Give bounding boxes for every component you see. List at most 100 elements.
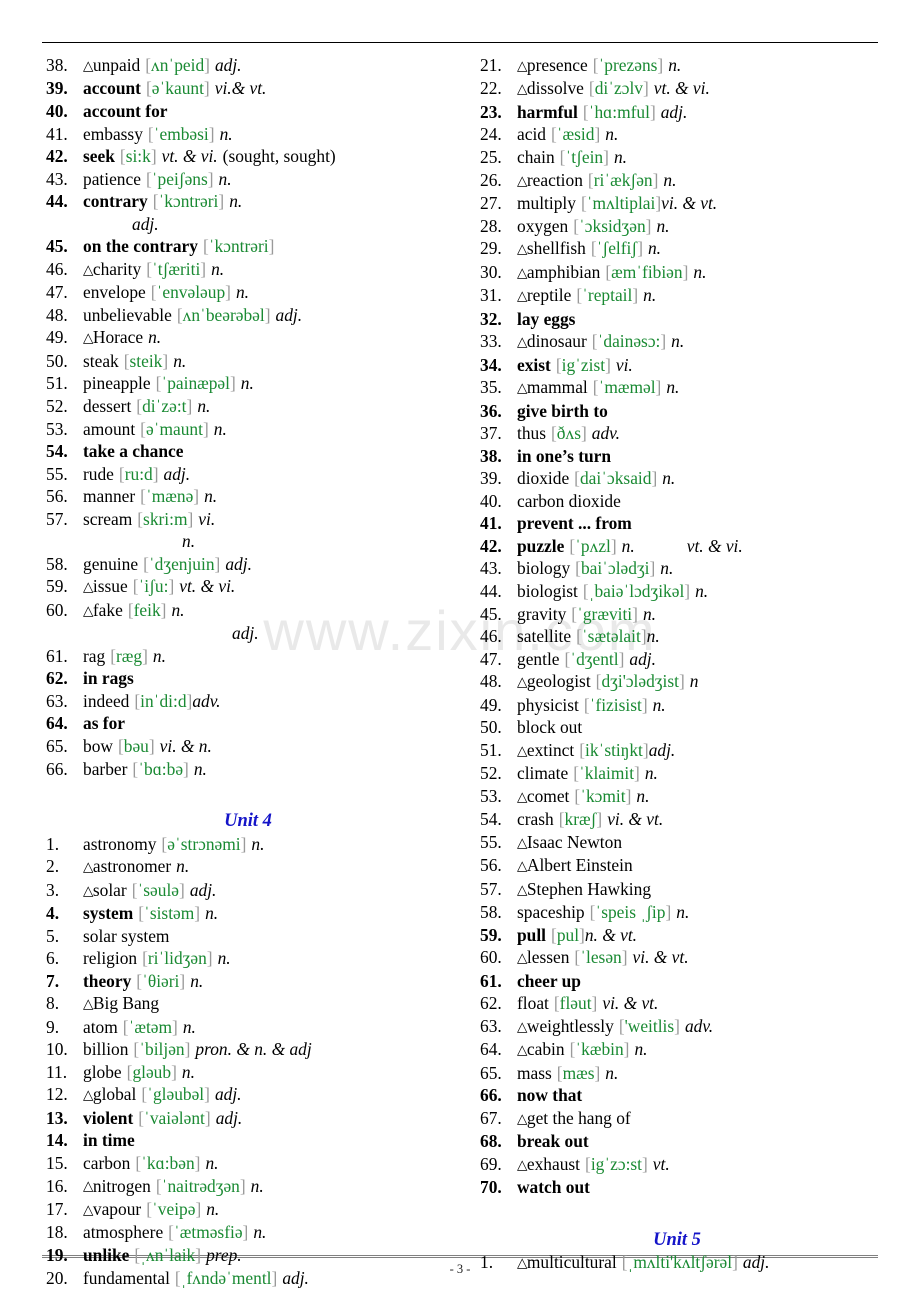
entry-word: fake bbox=[92, 599, 123, 620]
entry-word: exist bbox=[517, 354, 551, 375]
entry-number: 29. bbox=[480, 238, 502, 259]
entry-body: satellite [ˈsætəlait]n. bbox=[517, 625, 878, 648]
entry-body: billion [ˈbiljən] pron. & n. & adj bbox=[83, 1038, 454, 1061]
entry-phonetic: [feik] bbox=[127, 599, 167, 620]
entry-part-of-speech: n. bbox=[250, 1175, 264, 1196]
entry-body: △nitrogen [ˈnaitrədʒən] n. bbox=[83, 1175, 454, 1198]
document-page: www.zixin.com 38. △unpaid [ʌnˈpeid] adj. 39.… bbox=[0, 0, 920, 1302]
entry-body: astronomy [əˈstrɔnəmi] n. bbox=[83, 833, 454, 856]
right-entry-list: 21. △presence [ˈprezəns] n. 22. △dissolve [diˈ… bbox=[476, 54, 878, 1199]
entry-number: 63. bbox=[46, 690, 68, 711]
entry-word: religion bbox=[83, 948, 138, 969]
entry-phonetic: [fləut] bbox=[553, 993, 598, 1014]
entry-number: 39. bbox=[480, 468, 502, 489]
entry-part-of-speech: n. bbox=[652, 694, 666, 715]
entry-body: rag [ræg] n. bbox=[83, 645, 454, 668]
entry-phonetic: [steik] bbox=[123, 350, 169, 371]
vocab-entry: 24. acid [ˈæsid] n. bbox=[476, 123, 878, 146]
entry-word: oxygen bbox=[517, 215, 569, 236]
entry-number: 59. bbox=[46, 576, 68, 597]
entry-body: in rags bbox=[83, 667, 454, 690]
entry-body: mass [mæs] n. bbox=[517, 1062, 878, 1085]
entry-part-of-speech-alt: vt. & vi. bbox=[686, 535, 743, 556]
entry-number: 51. bbox=[46, 373, 68, 394]
entry-phonetic: [ˈveipə] bbox=[146, 1199, 202, 1220]
vocab-entry: 27. multiply [ˈmʌltiplai]vi. & vt. bbox=[476, 192, 878, 215]
vocab-entry: 4. system [ˈsistəm] n. bbox=[42, 902, 454, 925]
entry-word: Stephen Hawking bbox=[526, 878, 652, 899]
entry-number: 47. bbox=[46, 282, 68, 303]
vocab-entry: 2. △astronomer n. bbox=[42, 855, 454, 878]
entry-body: △dissolve [diˈzɔlv] vt. & vi. bbox=[517, 77, 878, 100]
triangle-marker-icon: △ bbox=[517, 950, 528, 966]
entry-number: 64. bbox=[46, 713, 68, 734]
entry-body: △multicultural [ˌmʌlti'kʌltʃərəl] adj. bbox=[517, 1251, 878, 1274]
entry-phonetic: [ˈætməsfiə] bbox=[168, 1222, 249, 1243]
right-column: 21. △presence [ˈprezəns] n. 22. △dissolve [diˈ… bbox=[460, 54, 878, 1289]
entry-word: in time bbox=[83, 1130, 135, 1151]
vocab-entry: 1. △multicultural [ˌmʌlti'kʌltʃərəl] adj. bbox=[476, 1251, 878, 1274]
entry-word: prevent ... from bbox=[517, 513, 632, 534]
entry-number: 57. bbox=[46, 508, 68, 529]
entry-continuation-pos: n. bbox=[182, 531, 196, 552]
triangle-marker-icon: △ bbox=[83, 1178, 94, 1194]
vocab-entry: 44. biologist [ˌbaiəˈlɔdʒikəl] n. bbox=[476, 580, 878, 603]
vocab-entry: 1. astronomy [əˈstrɔnəmi] n. bbox=[42, 833, 454, 856]
entry-word: dissolve bbox=[526, 78, 584, 99]
entry-body: △exhaust [igˈzɔ:st] vt. bbox=[517, 1153, 878, 1176]
vocab-entry: 56. △Albert Einstein bbox=[476, 854, 878, 877]
entry-phonetic: [ˈpeiʃəns] bbox=[145, 168, 214, 189]
entry-word: mass bbox=[517, 1062, 552, 1083]
entry-number: 1. bbox=[480, 1252, 494, 1273]
entry-body: genuine [ˈdʒenjuin] adj. bbox=[83, 553, 454, 576]
entry-part-of-speech: n. bbox=[205, 903, 219, 924]
entry-word: Big Bang bbox=[92, 993, 160, 1014]
entry-phonetic: [kræʃ] bbox=[558, 809, 603, 830]
vocab-entry: 48. unbelievable [ʌnˈbeərəbəl] adj. bbox=[42, 304, 454, 327]
entry-part-of-speech: prep. bbox=[206, 1245, 242, 1266]
entry-word: seek bbox=[83, 146, 115, 167]
entry-body: △presence [ˈprezəns] n. bbox=[517, 54, 878, 77]
entry-part-of-speech: adv. bbox=[591, 423, 620, 444]
entry-part-of-speech: n. bbox=[666, 377, 680, 398]
entry-word: rag bbox=[83, 645, 106, 666]
entry-part-of-speech: n. bbox=[197, 395, 211, 416]
entry-word: account bbox=[83, 78, 141, 99]
entry-part-of-speech: adj. bbox=[225, 553, 252, 574]
vocab-entry: 33. △dinosaur [ˈdainəsɔ:] n. bbox=[476, 330, 878, 353]
entry-number: 39. bbox=[46, 78, 68, 99]
entry-body: break out bbox=[517, 1130, 878, 1153]
vocab-entry: 56. manner [ˈmænə] n. bbox=[42, 485, 454, 508]
entry-part-of-speech: n. bbox=[676, 902, 690, 923]
entry-part-of-speech: n. bbox=[205, 1153, 219, 1173]
entry-part-of-speech: vi. & vt. bbox=[632, 947, 689, 968]
vocab-entry: 62. float [fləut] vi. & vt. bbox=[476, 992, 878, 1015]
entry-body: biologist [ˌbaiəˈlɔdʒikəl] n. bbox=[517, 580, 878, 603]
entry-part-of-speech: n. bbox=[182, 1016, 196, 1037]
vocab-entry: 39. account [əˈkaunt] vi.& vt. bbox=[42, 77, 454, 100]
vocab-entry: 65. mass [mæs] n. bbox=[476, 1062, 878, 1085]
entry-phonetic: [si:k] bbox=[119, 146, 157, 167]
entry-part-of-speech: n. bbox=[695, 580, 709, 601]
vocab-entry: 38. △unpaid [ʌnˈpeid] adj. bbox=[42, 54, 454, 77]
entry-number: 11. bbox=[46, 1061, 68, 1082]
entry-body: chain [ˈtʃein] n. bbox=[517, 146, 878, 169]
vocab-entry: 45. on the contrary [ˈkɔntrəri] bbox=[42, 235, 454, 258]
vocab-entry: 21. △presence [ˈprezəns] n. bbox=[476, 54, 878, 77]
entry-word: on the contrary bbox=[83, 236, 198, 257]
entry-word: fundamental bbox=[83, 1267, 170, 1288]
entry-word: acid bbox=[517, 124, 546, 145]
entry-number: 18. bbox=[46, 1222, 68, 1243]
entry-number: 54. bbox=[46, 441, 68, 462]
entry-phonetic: [ˈlesən] bbox=[574, 947, 628, 968]
vocab-entry: 57. scream [skri:m] vi. bbox=[42, 508, 454, 531]
triangle-marker-icon: △ bbox=[83, 602, 94, 618]
entry-phonetic: [gləub] bbox=[126, 1061, 177, 1082]
entry-word: now that bbox=[517, 1085, 583, 1106]
entry-body: watch out bbox=[517, 1176, 878, 1199]
vocab-entry: 18. atmosphere [ˈætməsfiə] n. bbox=[42, 1221, 454, 1244]
entry-phonetic: [ˈtʃæriti] bbox=[146, 258, 207, 279]
entry-part-of-speech: n. bbox=[646, 626, 660, 647]
entry-number: 28. bbox=[480, 215, 502, 236]
entry-part-of-speech: n. bbox=[211, 258, 225, 279]
